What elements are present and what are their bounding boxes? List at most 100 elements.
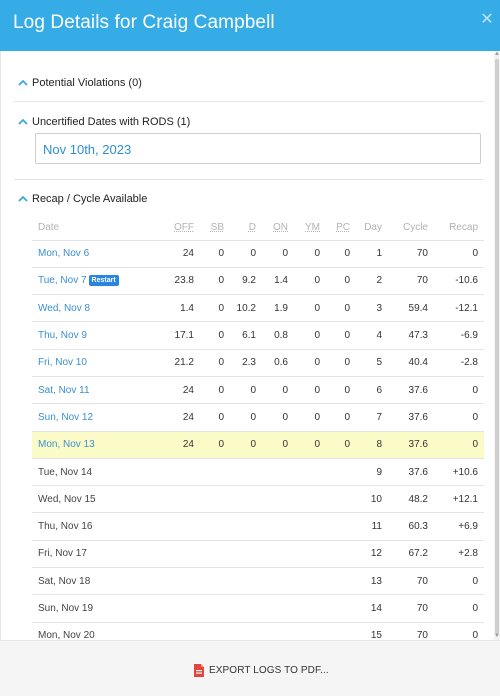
cell-cycle: 59.4 — [388, 294, 434, 323]
modal-body: Potential Violations (0) Uncertified Dat… — [0, 51, 494, 640]
cell-off: 1.4 — [158, 294, 200, 323]
divider — [14, 179, 484, 180]
cell-recap: 0 — [434, 240, 484, 268]
date-link[interactable]: Thu, Nov 9 — [38, 330, 87, 341]
modal-title: Log Details for Craig Campbell — [13, 12, 275, 33]
date-link[interactable]: Tue, Nov 7 — [38, 275, 87, 286]
section-recap-cycle[interactable]: Recap / Cycle Available — [17, 190, 147, 208]
export-logs-pdf-button[interactable]: EXPORT LOGS TO PDF... — [194, 661, 329, 679]
col-header-ym[interactable]: YM — [294, 216, 326, 241]
cell-pc: 0 — [326, 431, 356, 459]
section-label: Recap / Cycle Available — [32, 193, 148, 205]
cell-day: 10 — [356, 485, 388, 514]
cell-recap: -2.8 — [434, 349, 484, 377]
date-link[interactable]: Mon, Nov 13 — [38, 439, 95, 450]
date-link[interactable]: Wed, Nov 8 — [38, 303, 90, 314]
cell-recap: -10.6 — [434, 267, 484, 296]
cell-recap: 0 — [434, 594, 484, 623]
cell-cycle: 70 — [388, 240, 434, 268]
cell-cycle: 70 — [388, 622, 434, 640]
cell-day: 5 — [356, 349, 388, 377]
uncertified-date-item[interactable]: Nov 10th, 2023 — [35, 133, 481, 164]
table-row: Wed, Nov 8 1.4 0 10.2 1.9 0 0 3 59.4 -12… — [32, 294, 484, 323]
cell-cycle: 70 — [388, 567, 434, 596]
cell-d: 9.2 — [230, 267, 262, 296]
section-uncertified-dates[interactable]: Uncertified Dates with RODS (1) — [17, 113, 190, 131]
section-potential-violations[interactable]: Potential Violations (0) — [17, 74, 142, 92]
col-header-date: Date — [32, 216, 158, 241]
cell-sb: 0 — [200, 431, 230, 459]
cell-day: 14 — [356, 594, 388, 623]
cell-d: 0 — [230, 376, 262, 405]
date-link[interactable]: Mon, Nov 6 — [38, 248, 89, 259]
scroll-up-arrow-icon[interactable]: ▲ — [494, 51, 500, 57]
cell-day: 9 — [356, 458, 388, 487]
modal-footer: EXPORT LOGS TO PDF... — [0, 640, 500, 696]
table-row: Thu, Nov 9 17.1 0 6.1 0.8 0 0 4 47.3 -6.… — [32, 321, 484, 350]
cell-ym: 0 — [294, 294, 326, 323]
table-row: Wed, Nov 15 10 48.2 +12.1 — [32, 485, 484, 514]
table-row: Thu, Nov 16 11 60.3 +6.9 — [32, 512, 484, 541]
cell-recap: 0 — [434, 567, 484, 596]
cell-cycle: 67.2 — [388, 540, 434, 569]
cell-pc: 0 — [326, 376, 356, 405]
cell-off: 17.1 — [158, 321, 200, 350]
cell-pc: 0 — [326, 403, 356, 432]
cell-on: 1.4 — [262, 267, 294, 296]
cell-recap: +12.1 — [434, 485, 484, 514]
date-link[interactable]: Sun, Nov 12 — [38, 412, 93, 423]
cell-cycle: 37.6 — [388, 431, 434, 459]
cell-sb: 0 — [200, 321, 230, 350]
scroll-down-arrow-icon[interactable]: ▼ — [494, 633, 500, 639]
date-label: Fri, Nov 17 — [38, 548, 87, 560]
table-row: Sun, Nov 12 24 0 0 0 0 0 7 37.6 0 — [32, 403, 484, 432]
cell-on: 0 — [262, 403, 294, 432]
cell-ym: 0 — [294, 403, 326, 432]
cell-recap: 0 — [434, 622, 484, 640]
restart-badge: Restart — [88, 275, 119, 287]
cell-day: 12 — [356, 540, 388, 569]
cell-sb: 0 — [200, 294, 230, 323]
cell-ym: 0 — [294, 240, 326, 268]
cell-cycle: 60.3 — [388, 512, 434, 541]
table-row: Tue, Nov 7 Restart 23.8 0 9.2 1.4 0 0 2 7… — [32, 267, 484, 296]
col-header-day: Day — [356, 216, 388, 241]
section-label: Uncertified Dates with RODS (1) — [32, 116, 191, 128]
cell-cycle: 40.4 — [388, 349, 434, 377]
date-link[interactable]: Fri, Nov 10 — [38, 357, 87, 368]
cell-off: 24 — [158, 431, 200, 459]
cell-recap: 0 — [434, 403, 484, 432]
cell-cycle: 48.2 — [388, 485, 434, 514]
table-row: Tue, Nov 14 9 37.6 +10.6 — [32, 458, 484, 487]
cell-recap: +10.6 — [434, 458, 484, 487]
col-header-on[interactable]: ON — [262, 216, 294, 241]
table-row-highlighted: Mon, Nov 13 24 0 0 0 0 0 8 37.6 0 — [32, 431, 484, 459]
col-header-d[interactable]: D — [230, 216, 262, 241]
col-header-sb[interactable]: SB — [200, 216, 230, 241]
cell-recap: 0 — [434, 376, 484, 405]
cell-sb: 0 — [200, 349, 230, 377]
close-icon[interactable]: ✕ — [479, 12, 495, 28]
cell-sb: 0 — [200, 267, 230, 296]
cell-on: 1.9 — [262, 294, 294, 323]
table-row: Mon, Nov 6 24 0 0 0 0 0 1 70 0 — [32, 240, 484, 268]
cell-off: 24 — [158, 376, 200, 405]
cell-d: 0 — [230, 240, 262, 268]
date-label: Mon, Nov 20 — [38, 630, 95, 640]
cell-ym: 0 — [294, 321, 326, 350]
scrollbar[interactable]: ▲ ▼ — [494, 51, 500, 640]
date-label: Sat, Nov 18 — [38, 575, 91, 587]
date-link[interactable]: Sat, Nov 11 — [38, 385, 90, 396]
col-header-pc[interactable]: PC — [326, 216, 356, 241]
cell-d: 0 — [230, 403, 262, 432]
scrollbar-thumb[interactable] — [495, 59, 499, 634]
table-row: Fri, Nov 10 21.2 0 2.3 0.6 0 0 5 40.4 -2… — [32, 349, 484, 377]
cell-cycle: 70 — [388, 594, 434, 623]
cell-day: 4 — [356, 321, 388, 350]
cell-pc: 0 — [326, 294, 356, 323]
chevron-up-icon — [17, 117, 29, 127]
pdf-file-icon — [194, 663, 204, 677]
col-header-off[interactable]: OFF — [158, 216, 200, 241]
cell-on: 0.6 — [262, 349, 294, 377]
cell-cycle: 47.3 — [388, 321, 434, 350]
